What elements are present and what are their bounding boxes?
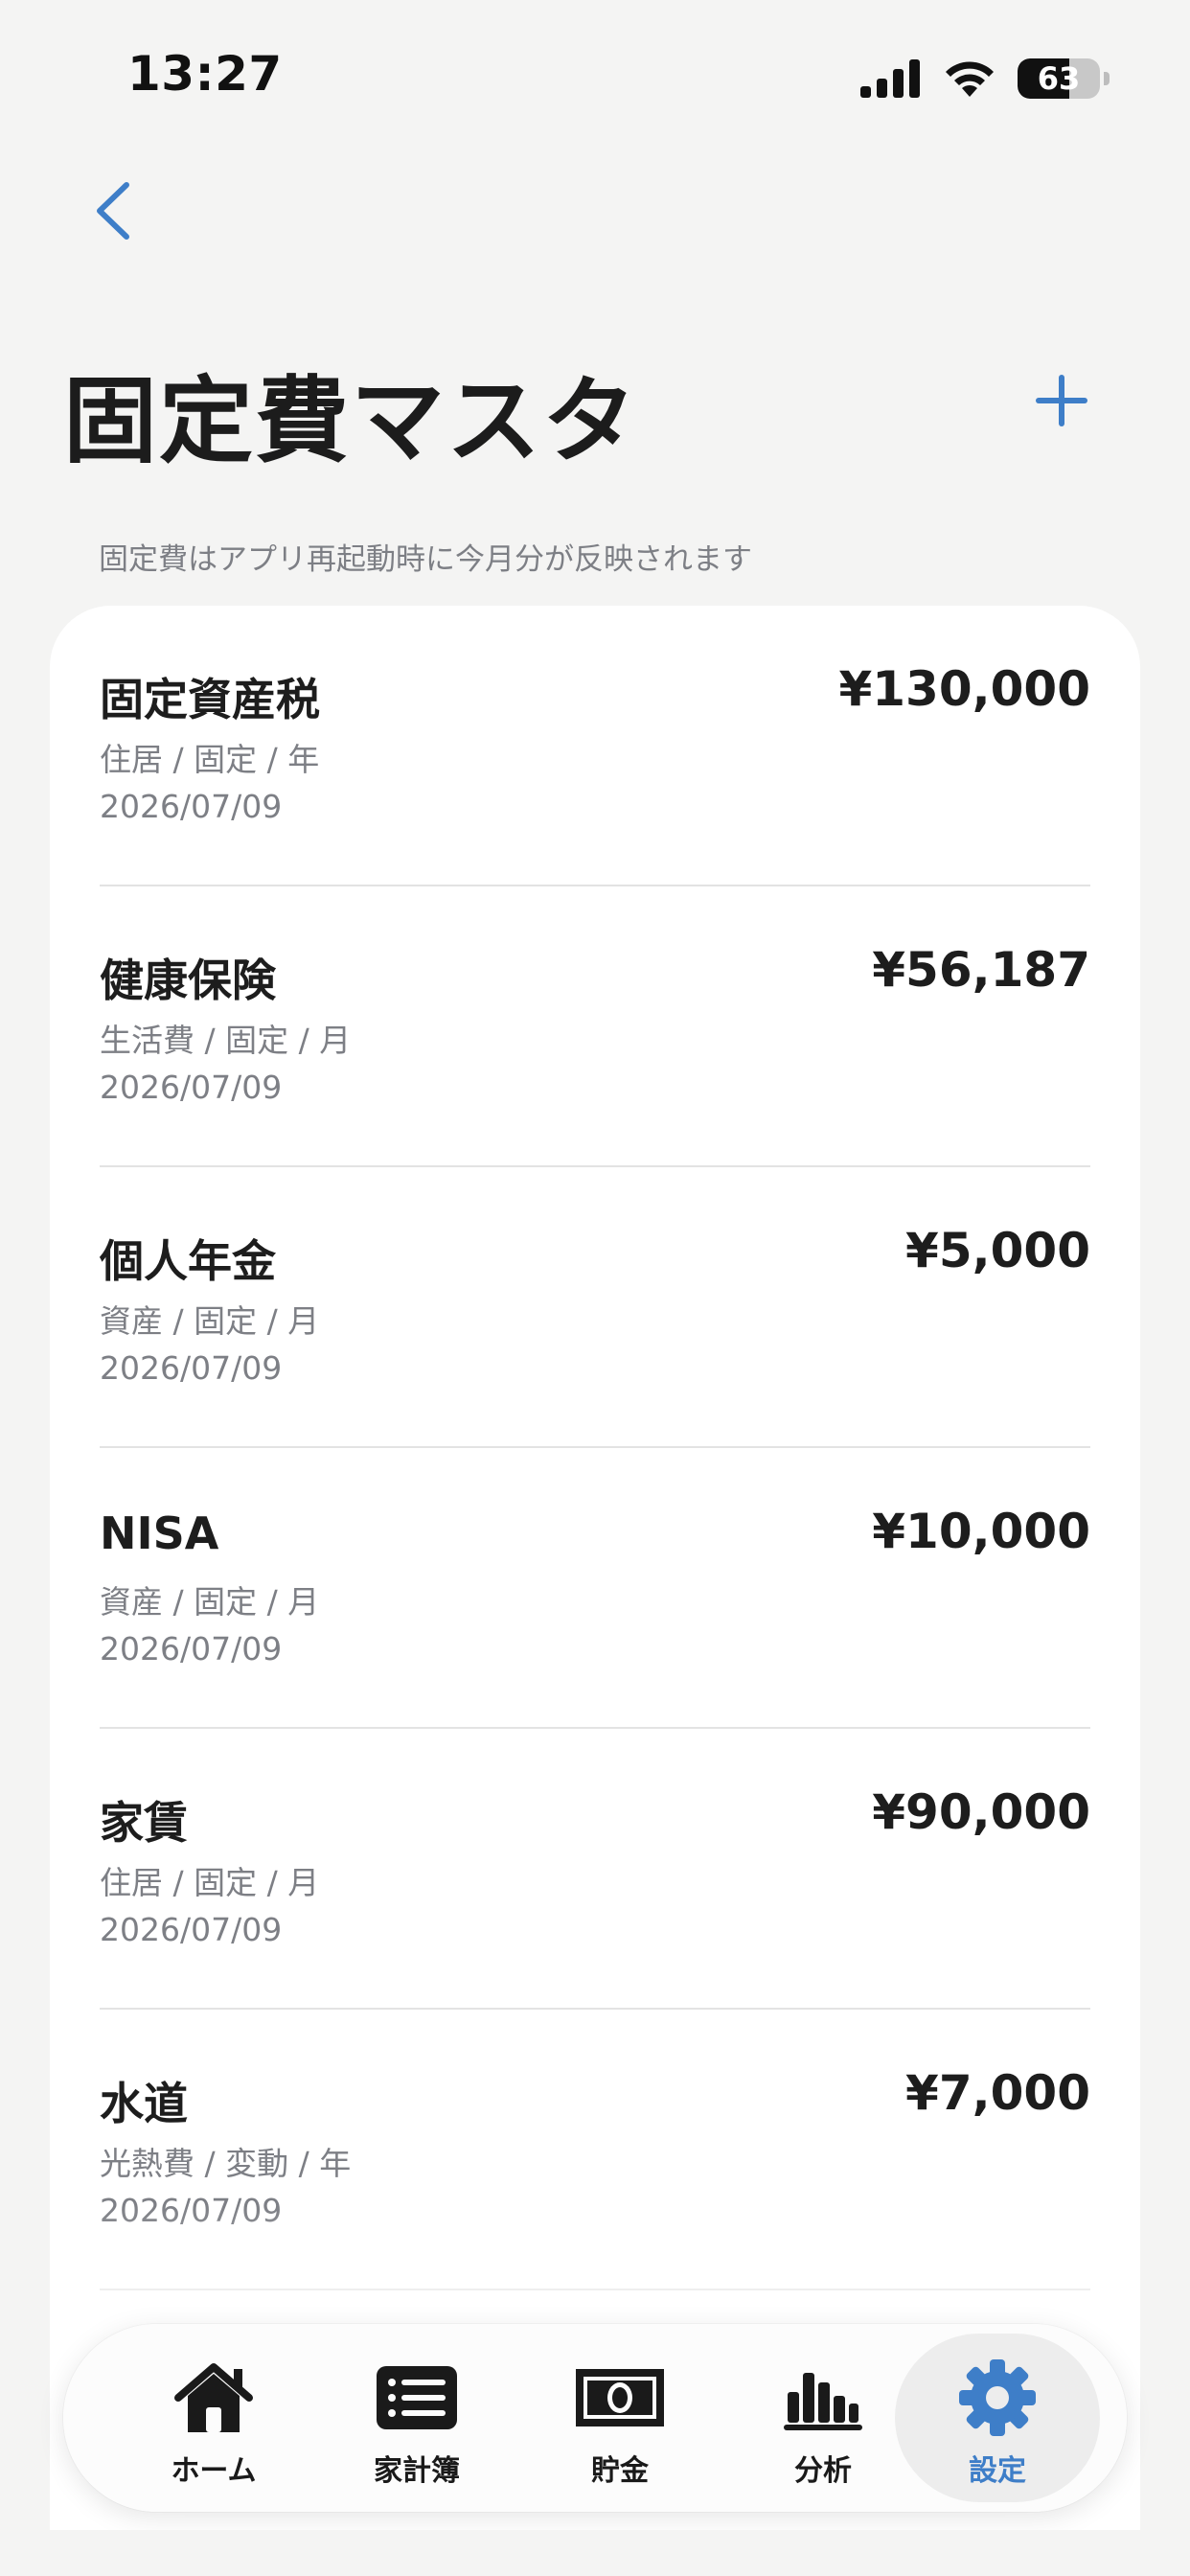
item-meta: 資産 / 固定 / 月 xyxy=(100,1583,320,1621)
item-amount: ¥5,000 xyxy=(905,1223,1090,1278)
item-meta: 生活費 / 固定 / 月 xyxy=(100,1022,352,1059)
item-meta: 住居 / 固定 / 月 xyxy=(100,1864,320,1901)
list-icon xyxy=(375,2353,459,2443)
item-date: 2026/07/09 xyxy=(100,1630,283,1668)
item-date: 2026/07/09 xyxy=(100,1911,283,1948)
item-name: 個人年金 xyxy=(100,1235,276,1287)
house-icon xyxy=(171,2353,257,2443)
list-item[interactable]: 家賃 住居 / 固定 / 月 2026/07/09 ¥90,000 xyxy=(100,1729,1090,2010)
battery-level: 63 xyxy=(1037,60,1081,97)
tab-settings[interactable]: 設定 xyxy=(895,2334,1100,2502)
item-name: 健康保険 xyxy=(100,954,276,1006)
list-item[interactable]: 健康保険 生活費 / 固定 / 月 2026/07/09 ¥56,187 xyxy=(100,886,1090,1167)
plus-icon xyxy=(1036,375,1087,426)
battery-icon: 63 xyxy=(1018,58,1100,99)
item-amount: ¥7,000 xyxy=(905,2065,1090,2121)
item-date: 2026/07/09 xyxy=(100,1069,283,1106)
page-subtitle: 固定費はアプリ再起動時に今月分が反映されます xyxy=(99,542,752,577)
cellular-signal-icon xyxy=(860,59,920,98)
list-item[interactable]: 個人年金 資産 / 固定 / 月 2026/07/09 ¥5,000 xyxy=(100,1167,1090,1448)
item-name: 水道 xyxy=(100,2078,188,2129)
status-icons: 63 xyxy=(860,56,1110,102)
item-name: 家賃 xyxy=(100,1797,188,1849)
tab-bar: ホーム 家計簿 貯金 分析 設定 xyxy=(63,2324,1127,2512)
status-time: 13:27 xyxy=(127,46,283,102)
item-date: 2026/07/09 xyxy=(100,1349,283,1387)
list-item[interactable]: NISA 資産 / 固定 / 月 2026/07/09 ¥10,000 xyxy=(100,1448,1090,1729)
item-name: NISA xyxy=(100,1507,219,1559)
item-amount: ¥10,000 xyxy=(872,1504,1090,1559)
tab-label: ホーム xyxy=(171,2454,257,2488)
page-title: 固定費マスタ xyxy=(63,367,639,476)
item-meta: 住居 / 固定 / 年 xyxy=(100,741,320,778)
list-item[interactable]: 固定資産税 住居 / 固定 / 年 2026/07/09 ¥130,000 xyxy=(100,606,1090,886)
add-button[interactable] xyxy=(1033,372,1090,429)
tab-home[interactable]: ホーム xyxy=(111,2334,316,2502)
battery-cap xyxy=(1104,72,1110,85)
item-amount: ¥90,000 xyxy=(872,1784,1090,1840)
gear-icon xyxy=(958,2353,1037,2443)
tab-label: 貯金 xyxy=(591,2454,649,2488)
chevron-left-icon xyxy=(97,182,129,240)
tab-label: 設定 xyxy=(969,2454,1026,2488)
item-amount: ¥130,000 xyxy=(838,661,1090,717)
banknote-icon xyxy=(574,2353,666,2443)
tab-household-book[interactable]: 家計簿 xyxy=(314,2334,519,2502)
item-amount: ¥56,187 xyxy=(872,942,1090,998)
bar-chart-icon xyxy=(782,2353,864,2443)
item-date: 2026/07/09 xyxy=(100,788,283,825)
bottom-safe-area xyxy=(0,2530,1190,2576)
tab-savings[interactable]: 貯金 xyxy=(517,2334,722,2502)
screen: 13:27 63 固定費マスタ 固定費はアプリ再起動時に今月分が反映されます 固… xyxy=(0,0,1190,2576)
item-meta: 資産 / 固定 / 月 xyxy=(100,1302,320,1340)
item-meta: 光熱費 / 変動 / 年 xyxy=(100,2145,352,2182)
tab-label: 分析 xyxy=(794,2454,852,2488)
tab-label: 家計簿 xyxy=(374,2454,460,2488)
back-button[interactable] xyxy=(88,177,146,244)
item-name: 固定資産税 xyxy=(100,674,320,725)
wifi-icon xyxy=(946,61,994,97)
